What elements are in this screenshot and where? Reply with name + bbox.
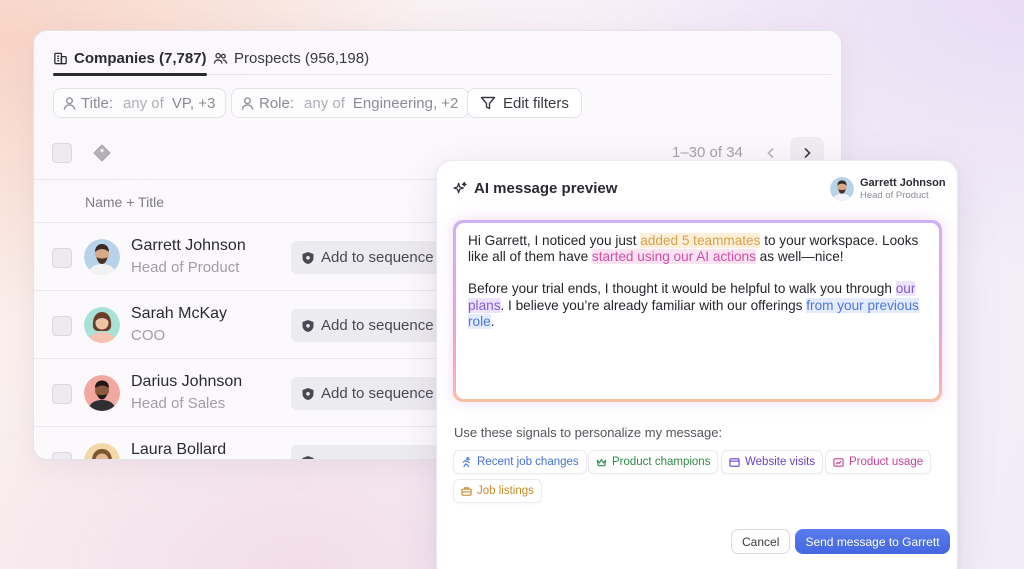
signal-highlight: added 5 teammates — [640, 233, 761, 248]
signal-recent-job-changes[interactable]: Recent job changes — [453, 450, 587, 474]
add-to-sequence-label: Add to sequence — [321, 317, 434, 334]
avatar — [84, 443, 120, 459]
row-checkbox[interactable] — [52, 248, 72, 268]
building-icon — [54, 52, 67, 65]
column-header-name-title: Name + Title — [85, 194, 164, 210]
message-editor-frame: Hi Garrett, I noticed you just added 5 t… — [453, 220, 942, 402]
recipient-name: Garrett Johnson — [860, 177, 946, 189]
prospect-title: Head of Product — [131, 259, 240, 276]
prospect-title: COO — [131, 327, 166, 344]
message-editor[interactable]: Hi Garrett, I noticed you just added 5 t… — [456, 223, 939, 399]
tag-icon[interactable] — [92, 143, 112, 163]
person-run-icon — [462, 456, 470, 467]
shield-icon — [302, 319, 314, 332]
title-filter-operator: any of — [122, 94, 164, 112]
person-icon — [63, 96, 76, 110]
signal-job-listings[interactable]: Job listings — [453, 479, 542, 503]
ai-message-preview-card: AI message preview Garrett Johnson Head … — [436, 160, 958, 569]
tab-prospects-label: Prospects (956,198) — [234, 50, 370, 67]
signal-highlight: started using our AI actions — [591, 249, 756, 265]
sparkle-icon — [453, 181, 467, 194]
people-icon — [213, 52, 228, 64]
message-text: . I believe you’re already familiar with… — [500, 297, 807, 313]
avatar — [830, 177, 854, 201]
cancel-button[interactable]: Cancel — [731, 529, 791, 554]
prospect-name[interactable]: Sarah McKay — [131, 305, 227, 323]
role-filter-chip[interactable]: Role: any of Engineering, +2 — [231, 88, 470, 118]
signal-label: Product champions — [612, 456, 711, 468]
chart-card-icon — [833, 457, 844, 467]
browser-icon — [729, 457, 740, 467]
add-to-sequence-label: Add to sequence — [321, 385, 434, 402]
message-text: Before your trial ends, I thought it wou… — [468, 281, 896, 297]
send-message-button[interactable]: Send message to Garrett — [795, 529, 950, 554]
role-filter-value: Engineering, +2 — [352, 94, 459, 112]
title-filter-key: Title: — [81, 94, 113, 112]
shield-icon — [302, 455, 314, 459]
signal-product-usage[interactable]: Product usage — [825, 450, 932, 474]
tab-companies[interactable]: Companies (7,787) — [53, 43, 207, 76]
chevron-left-icon — [767, 147, 774, 159]
prospect-name[interactable]: Laura Bollard — [131, 441, 226, 459]
pagination-range: 1–30 of 34 — [672, 144, 743, 161]
select-all-checkbox[interactable] — [52, 143, 72, 163]
row-checkbox[interactable] — [52, 316, 72, 336]
avatar — [84, 307, 120, 343]
ai-preview-header: AI message preview — [453, 180, 617, 197]
recipient-info: Garrett Johnson Head of Product — [830, 177, 946, 201]
edit-filters-button[interactable]: Edit filters — [467, 88, 582, 118]
chevron-right-icon — [804, 147, 811, 159]
tab-bar: Companies (7,787) Prospects (956,198) — [53, 43, 831, 76]
title-filter-chip[interactable]: Title: any of VP, +3 — [53, 88, 227, 118]
prospect-name[interactable]: Garrett Johnson — [131, 237, 246, 255]
filter-icon — [480, 96, 496, 110]
avatar — [84, 375, 120, 411]
message-text: . — [490, 313, 495, 329]
signal-website-visits[interactable]: Website visits — [721, 450, 824, 474]
signal-label: Recent job changes — [477, 456, 579, 468]
message-paragraph: Before your trial ends, I thought it wou… — [468, 281, 927, 330]
signal-label: Website visits — [745, 456, 816, 468]
signal-label: Job listings — [477, 485, 534, 497]
tab-prospects[interactable]: Prospects (956,198) — [213, 43, 369, 74]
title-filter-value: VP, +3 — [171, 94, 216, 112]
edit-filters-label: Edit filters — [503, 94, 569, 112]
avatar — [84, 239, 120, 275]
message-text: Hi Garrett, I noticed you just — [468, 233, 641, 248]
row-checkbox[interactable] — [52, 384, 72, 404]
crown-icon — [596, 458, 607, 466]
add-to-sequence-label: Add to sequence — [321, 249, 434, 266]
signal-product-champions[interactable]: Product champions — [588, 450, 719, 474]
signals-label: Use these signals to personalize my mess… — [454, 425, 723, 440]
prospect-name[interactable]: Darius Johnson — [131, 373, 242, 391]
ai-preview-title: AI message preview — [474, 180, 618, 197]
recipient-title: Head of Product — [860, 190, 929, 201]
shield-icon — [302, 387, 314, 400]
tab-companies-label: Companies (7,787) — [74, 50, 207, 67]
role-filter-operator: any of — [304, 94, 345, 112]
row-checkbox[interactable] — [52, 452, 72, 459]
prospect-title: Head of Sales — [131, 395, 226, 412]
role-filter-key: Role: — [259, 94, 295, 112]
briefcase-icon — [461, 486, 472, 496]
signal-label: Product usage — [849, 456, 924, 468]
message-text: as well—nice! — [755, 249, 844, 265]
message-paragraph: Hi Garrett, I noticed you just added 5 t… — [468, 233, 927, 265]
shield-icon — [302, 251, 314, 264]
person-icon — [241, 96, 254, 110]
